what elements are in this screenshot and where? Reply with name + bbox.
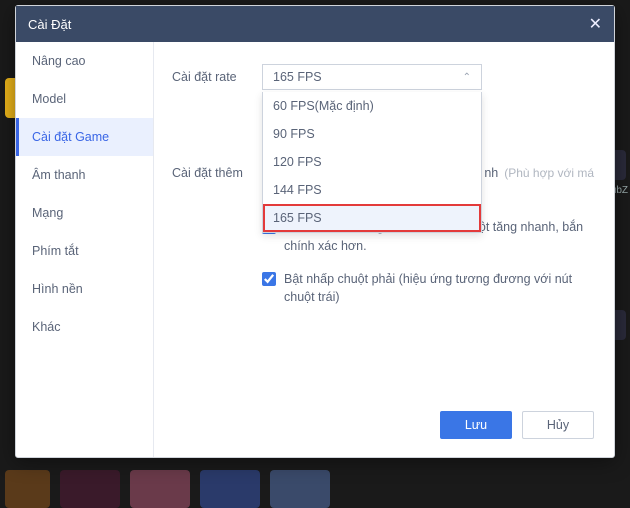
- settings-dialog: Cài Đặt ✕ Nâng cao Model Cài đặt Game Âm…: [15, 5, 615, 458]
- extra-label: Cài đặt thêm: [172, 160, 262, 180]
- rate-option-144[interactable]: 144 FPS: [263, 176, 481, 204]
- bg-thumb: [270, 470, 330, 508]
- extra-hint: (Phù hợp với má: [504, 166, 594, 180]
- rate-option-165[interactable]: 165 FPS: [263, 204, 481, 232]
- rate-label: Cài đặt rate: [172, 64, 262, 84]
- sidebar-item-other[interactable]: Khác: [16, 308, 153, 346]
- bg-thumb: [200, 470, 260, 508]
- rate-select[interactable]: 165 FPS ⌃ 60 FPS(Mặc định) 90 FPS 120 FP…: [262, 64, 482, 90]
- cancel-button[interactable]: Hủy: [522, 411, 594, 439]
- sidebar-item-network[interactable]: Mạng: [16, 194, 153, 232]
- rate-option-120[interactable]: 120 FPS: [263, 148, 481, 176]
- titlebar: Cài Đặt ✕: [16, 6, 614, 42]
- sidebar-item-advanced[interactable]: Nâng cao: [16, 42, 153, 80]
- check-rightclick-label: Bật nhấp chuột phải (hiệu ứng tương đươn…: [284, 270, 594, 308]
- extra-fragment: nh: [484, 166, 498, 180]
- bg-thumb: [5, 470, 50, 508]
- chevron-up-icon: ⌃: [463, 72, 471, 83]
- check-rightclick[interactable]: Bật nhấp chuột phải (hiệu ứng tương đươn…: [262, 270, 594, 308]
- sidebar: Nâng cao Model Cài đặt Game Âm thanh Mạn…: [16, 42, 154, 457]
- sidebar-item-game-settings[interactable]: Cài đặt Game: [16, 118, 153, 156]
- save-button[interactable]: Lưu: [440, 411, 512, 439]
- rate-dropdown: 60 FPS(Mặc định) 90 FPS 120 FPS 144 FPS …: [262, 92, 482, 233]
- dialog-footer: Lưu Hủy: [172, 403, 594, 439]
- dialog-title: Cài Đặt: [28, 17, 71, 32]
- close-icon[interactable]: ✕: [589, 14, 602, 34]
- rate-selected-value: 165 FPS: [273, 70, 322, 84]
- bg-thumb: [60, 470, 120, 508]
- sidebar-item-shortcuts[interactable]: Phím tắt: [16, 232, 153, 270]
- sidebar-item-audio[interactable]: Âm thanh: [16, 156, 153, 194]
- rate-option-60[interactable]: 60 FPS(Mặc định): [263, 92, 481, 120]
- sidebar-item-wallpaper[interactable]: Hình nền: [16, 270, 153, 308]
- sidebar-item-model[interactable]: Model: [16, 80, 153, 118]
- main-panel: Cài đặt rate 165 FPS ⌃ 60 FPS(Mặc định) …: [154, 42, 614, 457]
- bg-thumb: [130, 470, 190, 508]
- rate-option-90[interactable]: 90 FPS: [263, 120, 481, 148]
- check-rightclick-box[interactable]: [262, 272, 276, 286]
